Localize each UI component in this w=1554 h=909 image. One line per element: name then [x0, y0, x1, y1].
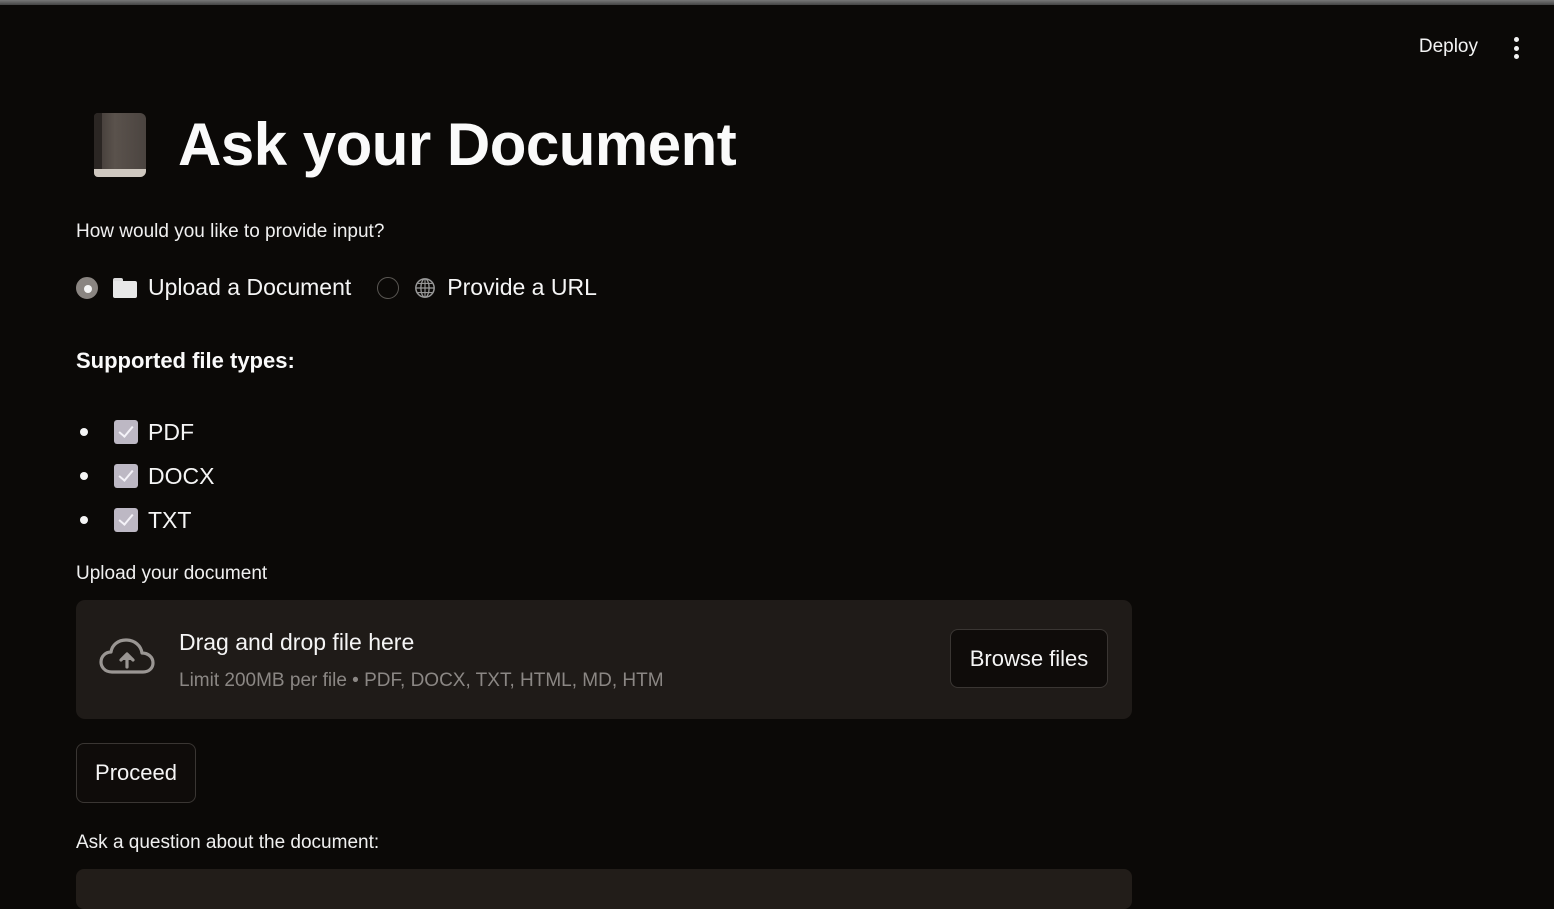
list-item: DOCX	[76, 454, 214, 498]
app-header: Deploy	[0, 5, 1554, 85]
check-box-icon	[114, 420, 138, 444]
radio-button-url[interactable]	[377, 276, 400, 299]
cloud-upload-icon	[99, 638, 155, 674]
question-label: Ask a question about the document:	[76, 832, 380, 853]
file-type-label: PDF	[148, 418, 194, 445]
check-box-icon	[114, 464, 138, 488]
supported-types-heading: Supported file types:	[76, 348, 295, 373]
radio-option-url[interactable]: Provide a URL	[377, 274, 597, 301]
question-input[interactable]	[76, 869, 1132, 909]
list-item: TXT	[76, 498, 214, 542]
radio-label-upload: Upload a Document	[148, 274, 352, 300]
file-type-label: TXT	[148, 506, 192, 533]
bullet-icon	[80, 516, 88, 524]
list-item: PDF	[76, 410, 214, 454]
upload-label: Upload your document	[76, 563, 268, 584]
page-title-text: Ask your Document	[178, 111, 737, 178]
deploy-button[interactable]: Deploy	[1419, 36, 1478, 58]
supported-types-list: PDF DOCX TXT	[76, 410, 214, 542]
proceed-button[interactable]: Proceed	[76, 743, 196, 803]
check-box-icon	[114, 508, 138, 532]
folder-icon	[113, 277, 137, 298]
globe-icon	[415, 277, 436, 298]
radio-option-upload[interactable]: Upload a Document	[76, 274, 351, 301]
book-icon	[90, 112, 146, 177]
radio-button-upload[interactable]	[76, 276, 98, 299]
page-title: Ask your Document	[90, 110, 737, 179]
input-mode-radio-group: Upload a Document Provide a URL	[76, 274, 623, 301]
browse-files-button[interactable]: Browse files	[950, 629, 1108, 688]
file-type-label: DOCX	[148, 462, 215, 489]
file-dropzone[interactable]: Drag and drop file here Limit 200MB per …	[76, 600, 1132, 719]
radio-label-url: Provide a URL	[447, 274, 597, 300]
dropzone-limit-text: Limit 200MB per file • PDF, DOCX, TXT, H…	[179, 670, 664, 691]
bullet-icon	[80, 472, 88, 480]
input-mode-label: How would you like to provide input?	[76, 221, 385, 242]
bullet-icon	[80, 428, 88, 436]
more-vertical-icon[interactable]	[1506, 35, 1526, 61]
dropzone-title: Drag and drop file here	[179, 629, 415, 655]
